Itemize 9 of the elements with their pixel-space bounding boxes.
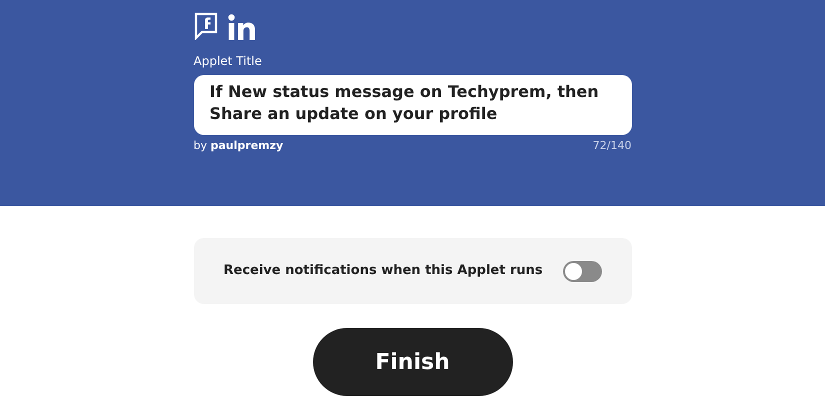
speech-bubble-f-icon — [194, 12, 218, 40]
author-text: by paulpremzy — [194, 138, 284, 154]
finish-button[interactable]: Finish — [312, 328, 512, 396]
in-letters-icon — [228, 14, 256, 40]
field-label: Applet Title — [194, 53, 263, 69]
toggle-switch[interactable] — [562, 260, 602, 282]
title-input-field[interactable]: If New status message on Techyprem, then Share an update on your profile — [194, 75, 632, 135]
notification-label: Receive notifications when this Applet runs — [224, 262, 543, 280]
character-count: 72/140 — [592, 138, 632, 154]
